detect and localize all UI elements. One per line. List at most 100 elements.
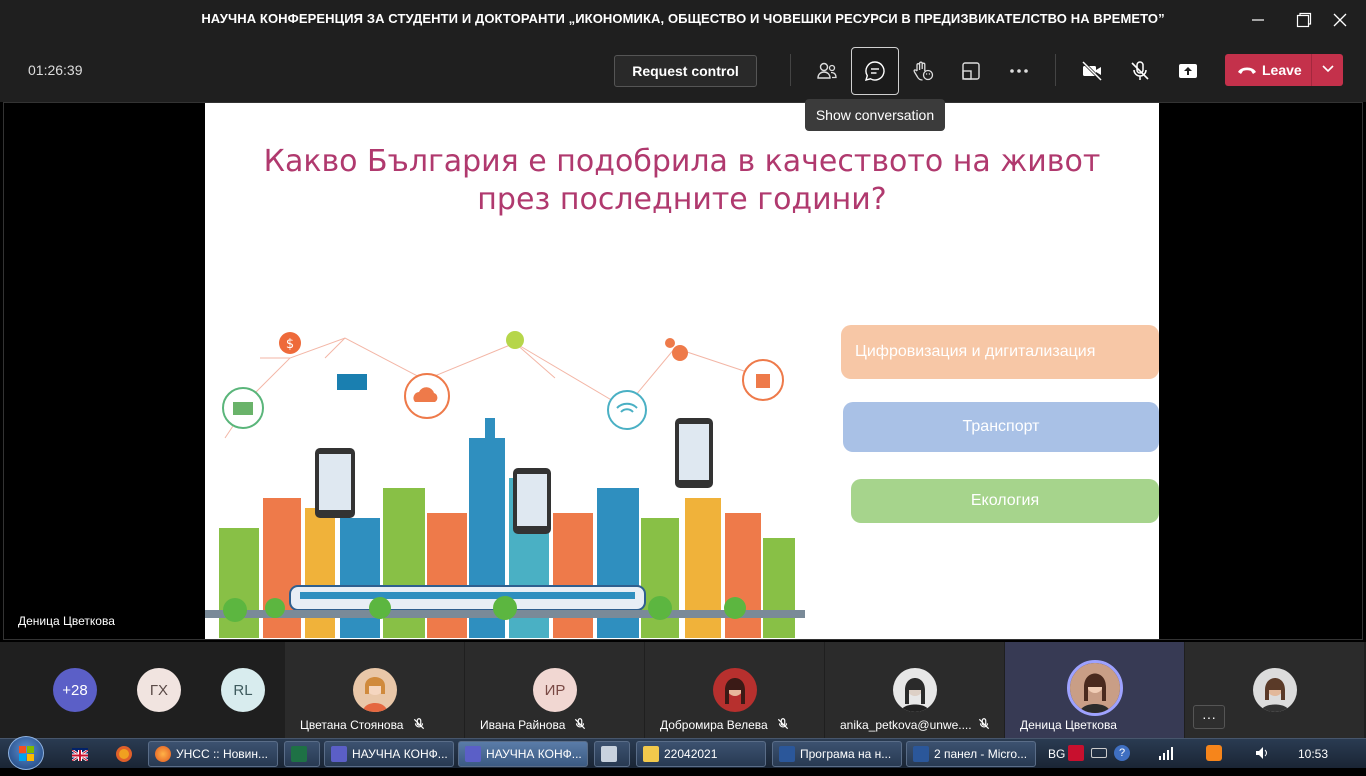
taskbar-item-label: 22042021 — [664, 747, 718, 761]
show-conversation-button[interactable] — [851, 47, 899, 95]
excel-icon — [291, 746, 307, 762]
taskbar-item-calculator[interactable] — [594, 741, 630, 767]
avatar — [353, 668, 397, 712]
avatar — [893, 668, 937, 712]
share-tray-icon — [1179, 64, 1197, 78]
maximize-icon[interactable] — [1286, 6, 1322, 34]
close-icon[interactable] — [1322, 6, 1358, 34]
window-title: НАУЧНА КОНФЕРЕНЦИЯ ЗА СТУДЕНТИ И ДОКТОРА… — [201, 11, 1165, 26]
mic-off-icon — [776, 717, 790, 736]
keyboard-icon[interactable] — [1091, 748, 1107, 758]
start-button[interactable] — [8, 736, 44, 770]
mic-off-icon — [977, 717, 991, 736]
flag-icon[interactable] — [71, 748, 89, 763]
calculator-icon — [601, 746, 617, 762]
raise-hand-icon — [913, 61, 934, 81]
word-icon — [779, 746, 795, 762]
word-icon — [913, 746, 929, 762]
mic-off-icon — [1131, 61, 1149, 80]
avatar — [1067, 660, 1123, 716]
shared-slide: Какво България е подобрила в качеството … — [205, 103, 1159, 639]
help-icon[interactable]: ? — [1114, 745, 1130, 761]
video-icon — [337, 374, 367, 390]
minimize-icon[interactable] — [1240, 6, 1276, 34]
item-transport: Транспорт — [843, 402, 1159, 452]
breakout-button[interactable] — [947, 47, 995, 95]
volume-icon[interactable] — [1254, 745, 1270, 761]
svg-text:$: $ — [286, 337, 294, 352]
avatar — [713, 668, 757, 712]
avatar[interactable]: ГХ — [137, 668, 181, 712]
leave-divider — [1311, 54, 1312, 86]
windows-logo-icon — [19, 746, 34, 761]
ellipsis-icon — [1010, 69, 1028, 73]
presenter-name: Деница Цветкова — [18, 614, 115, 628]
os-taskbar: УНСС :: Новин... НАУЧНА КОНФ... НАУЧНА К… — [0, 736, 1366, 770]
camera-off-icon — [1081, 60, 1103, 82]
meeting-timer: 01:26:39 — [28, 62, 83, 78]
avatar: ИР — [533, 668, 577, 712]
toolbar-divider — [1055, 54, 1056, 86]
fox-icon[interactable] — [1206, 745, 1222, 761]
camera-toggle-button[interactable] — [1068, 47, 1116, 95]
taskbar-item-label: Програма на н... — [800, 747, 892, 761]
toolbar-divider — [790, 54, 791, 86]
taskbar-item-folder[interactable]: 22042021 — [636, 741, 766, 767]
taskbar-item-label: НАУЧНА КОНФ... — [486, 747, 582, 761]
mic-off-icon — [412, 717, 426, 736]
avatar — [1253, 668, 1297, 712]
language-indicator[interactable]: BG — [1048, 747, 1065, 761]
bulb-icon — [506, 331, 524, 349]
mic-toggle-button[interactable] — [1116, 47, 1164, 95]
taskbar-item-firefox[interactable]: УНСС :: Новин... — [148, 741, 278, 767]
folder-icon — [643, 746, 659, 762]
leave-label: Leave — [1262, 62, 1302, 78]
leave-button[interactable]: Leave — [1225, 54, 1343, 86]
participants-button[interactable] — [803, 47, 851, 95]
share-button[interactable] — [1164, 47, 1212, 95]
network-icon[interactable] — [1158, 745, 1174, 761]
item-digitalization: Цифровизация и дигитализация — [841, 325, 1159, 379]
avatar[interactable]: RL — [221, 668, 265, 712]
item-ecology: Екология — [851, 479, 1159, 523]
participant-name: Ивана Райнова — [480, 718, 566, 732]
participant-name: Деница Цветкова — [1020, 718, 1117, 732]
tooltip: Show conversation — [805, 99, 945, 131]
chrome-icon[interactable] — [116, 746, 132, 762]
more-actions-button[interactable] — [995, 47, 1043, 95]
chevron-down-icon[interactable] — [1321, 62, 1335, 79]
request-control-button[interactable]: Request control — [614, 55, 757, 87]
window-titlebar: НАУЧНА КОНФЕРЕНЦИЯ ЗА СТУДЕНТИ И ДОКТОРА… — [0, 0, 1366, 40]
slide-title-line1: Какво България е подобрила в качеството … — [263, 144, 1101, 179]
rooms-icon — [962, 62, 980, 80]
taskbar-item-label: НАУЧНА КОНФ... — [352, 747, 448, 761]
participant-name: Цветана Стоянова — [300, 718, 404, 732]
taskbar-item-label: УНСС :: Новин... — [176, 747, 269, 761]
meeting-toolbar: 01:26:39 Request control Leave — [0, 40, 1366, 102]
taskbar-item-excel[interactable] — [284, 741, 320, 767]
strip-more-button[interactable]: ··· — [1193, 705, 1225, 729]
participant-tile-active[interactable]: Деница Цветкова — [1005, 642, 1184, 738]
participant-tile[interactable]: anika_petkova@unwe.... — [825, 642, 1004, 738]
participant-tile[interactable]: Добромира Велева — [645, 642, 824, 738]
gear-icon — [672, 345, 688, 361]
participant-name: anika_petkova@unwe.... — [840, 718, 972, 732]
teams-icon — [331, 746, 347, 762]
firefox-icon — [155, 746, 171, 762]
people-icon — [817, 62, 837, 79]
hangup-icon — [1238, 67, 1256, 74]
participant-tile[interactable]: ИР Ивана Райнова — [465, 642, 644, 738]
slide-title: Какво България е подобрила в качеството … — [205, 143, 1159, 219]
smart-city-illustration: $ — [205, 331, 805, 638]
taskbar-clock[interactable]: 10:53 — [1298, 747, 1328, 761]
mic-off-icon — [573, 717, 587, 736]
reactions-button[interactable] — [899, 47, 947, 95]
acrobat-icon[interactable] — [1068, 745, 1084, 761]
taskbar-item-word-2[interactable]: 2 панел - Micro... — [906, 741, 1036, 767]
more-participants-button[interactable]: +28 — [53, 668, 97, 712]
taskbar-item-teams-1[interactable]: НАУЧНА КОНФ... — [324, 741, 454, 767]
teams-icon — [465, 746, 481, 762]
taskbar-item-word-1[interactable]: Програма на н... — [772, 741, 902, 767]
taskbar-item-teams-2[interactable]: НАУЧНА КОНФ... — [458, 741, 588, 767]
participant-tile[interactable]: Цветана Стоянова — [285, 642, 464, 738]
